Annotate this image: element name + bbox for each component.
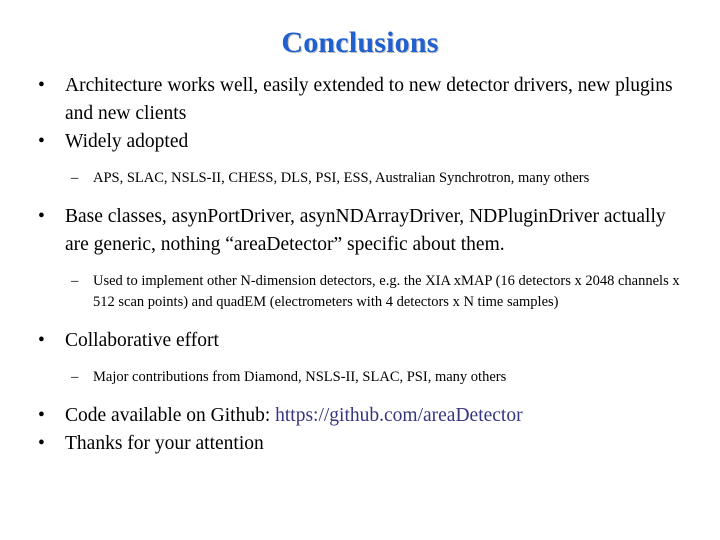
bullet-marker-icon: • — [38, 405, 45, 426]
sub-bullet-text: Major contributions from Diamond, NSLS-I… — [93, 369, 507, 385]
bullet-text-wrapper: Code available on Github: https://github… — [65, 405, 523, 426]
sub-bullet-item: – Major contributions from Diamond, NSLS… — [0, 367, 680, 388]
bullet-item: • Widely adopted — [0, 128, 690, 156]
page-title: Conclusions — [281, 26, 439, 59]
bullet-item: • Code available on Github: https://gith… — [0, 402, 690, 430]
bullet-text: Thanks for your attention — [65, 433, 264, 454]
bullet-text: Code available on Github: — [65, 405, 276, 426]
dash-marker-icon: – — [71, 273, 79, 289]
dash-marker-icon: – — [71, 170, 79, 186]
bullet-marker-icon: • — [38, 75, 45, 96]
sub-bullet-text: Used to implement other N-dimension dete… — [93, 273, 680, 310]
dash-marker-icon: – — [71, 369, 79, 385]
bullet-marker-icon: • — [38, 330, 45, 351]
bullet-text: Base classes, asynPortDriver, asynNDArra… — [65, 206, 666, 255]
slide-body: • Architecture works well, easily extend… — [0, 72, 720, 458]
sub-bullet-item: – Used to implement other N-dimension de… — [0, 271, 680, 313]
slide: Conclusions • Architecture works well, e… — [0, 0, 720, 540]
sub-bullet-text: APS, SLAC, NSLS-II, CHESS, DLS, PSI, ESS… — [93, 170, 590, 186]
sub-bullet-item: – APS, SLAC, NSLS-II, CHESS, DLS, PSI, E… — [0, 168, 680, 189]
bullet-text: Collaborative effort — [65, 330, 219, 351]
bullet-marker-icon: • — [38, 131, 45, 152]
bullet-item: • Thanks for your attention — [0, 430, 690, 458]
bullet-item: • Collaborative effort — [0, 327, 690, 355]
bullet-item: • Base classes, asynPortDriver, asynNDAr… — [0, 203, 690, 259]
bullet-marker-icon: • — [38, 206, 45, 227]
bullet-text: Architecture works well, easily extended… — [65, 75, 673, 124]
bullet-marker-icon: • — [38, 433, 45, 454]
github-link[interactable]: https://github.com/areaDetector — [275, 405, 522, 426]
bullet-text: Widely adopted — [65, 131, 189, 152]
bullet-item: • Architecture works well, easily extend… — [0, 72, 690, 128]
